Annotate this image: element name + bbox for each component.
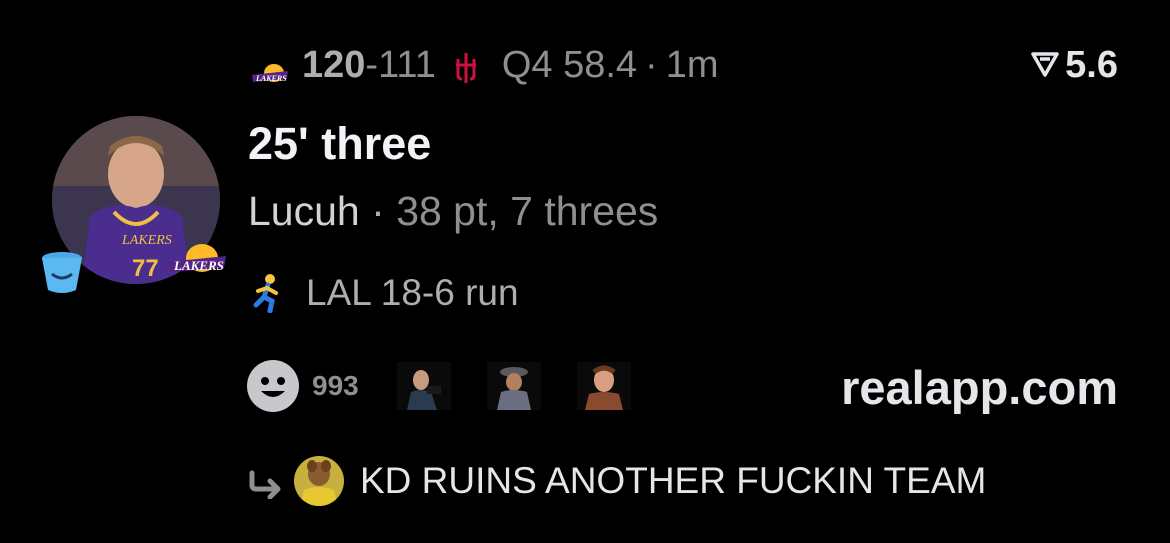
- run-text: LAL 18-6 run: [306, 272, 519, 313]
- boost-badge[interactable]: 5.6: [1031, 42, 1118, 88]
- game-clock: Q4 58.4: [501, 43, 638, 86]
- posted-time: 1m: [665, 43, 719, 86]
- lakers-icon: LAKERS: [250, 53, 290, 83]
- reply-row[interactable]: KD RUINS ANOTHER FUCKIN TEAM: [246, 454, 986, 508]
- lakers-logo-icon: LAKERS: [166, 242, 228, 278]
- svg-text:LAKERS: LAKERS: [255, 74, 287, 83]
- run-line: LAL 18-6 run: [250, 270, 519, 316]
- boost-value: 5.6: [1065, 43, 1118, 86]
- reaction-count: 993: [312, 370, 359, 401]
- player-stats: 38 pt, 7 threes: [396, 188, 659, 234]
- boost-icon: [1031, 44, 1065, 87]
- svg-text:LAKERS: LAKERS: [121, 233, 172, 248]
- player-name[interactable]: Lucuh: [248, 188, 360, 234]
- away-score: 111: [378, 43, 436, 86]
- realapp-link[interactable]: realapp.com: [841, 360, 1118, 415]
- svg-text:LAKERS: LAKERS: [173, 258, 224, 273]
- reaction-image[interactable]: [396, 362, 451, 410]
- play-subtitle: Lucuh · 38 pt, 7 threes: [248, 188, 658, 235]
- play-title: 25' three: [248, 118, 432, 169]
- separator-dot: ·: [645, 43, 658, 86]
- reaction-image[interactable]: [486, 362, 541, 410]
- reaction-image[interactable]: [576, 362, 631, 410]
- reactions-row: 993: [246, 358, 667, 414]
- bucket-icon: [38, 248, 86, 296]
- svg-text:77: 77: [132, 255, 159, 282]
- reply-avatar[interactable]: [294, 456, 344, 506]
- home-score: 120: [302, 43, 366, 86]
- game-score-row[interactable]: LAKERS 120 - 111 Q4 58.4 · 1m: [250, 42, 719, 88]
- score-dash: -: [365, 43, 379, 86]
- reply-text: KD RUINS ANOTHER FUCKIN TEAM: [360, 460, 987, 501]
- smiley-icon[interactable]: [246, 359, 300, 413]
- separator-dot: ·: [371, 188, 385, 234]
- reply-arrow-icon: [246, 466, 286, 500]
- rockets-icon: [452, 50, 480, 83]
- runner-icon: [250, 273, 286, 314]
